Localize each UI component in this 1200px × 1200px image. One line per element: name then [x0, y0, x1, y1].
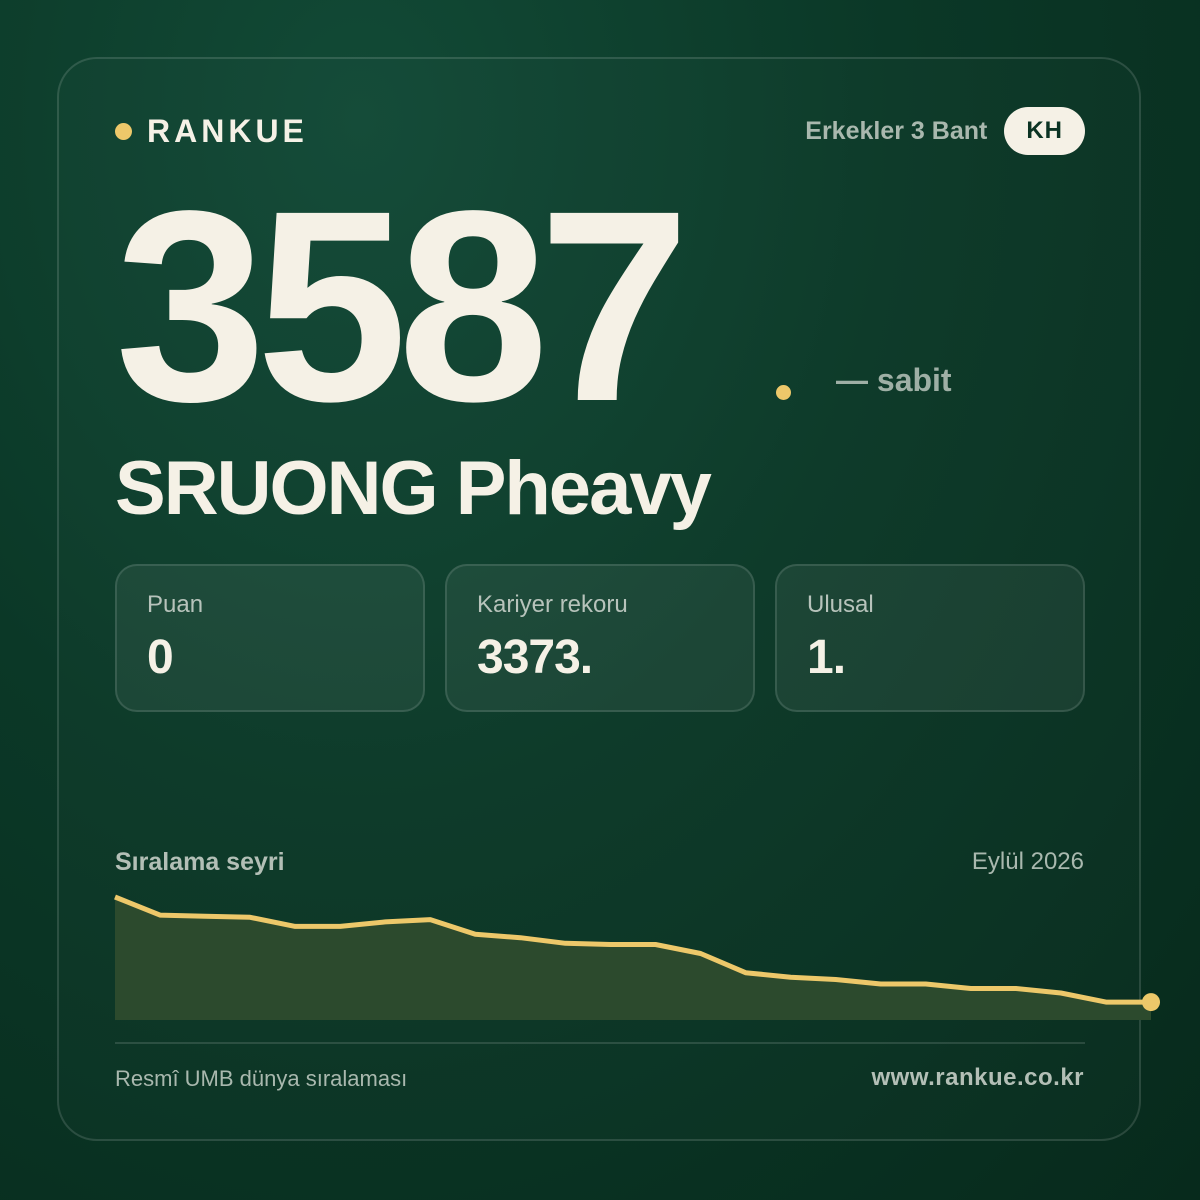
stat-label: Puan [147, 591, 204, 618]
brand: RANKUE [115, 112, 308, 150]
chart-area [115, 897, 1151, 1020]
player-name: SRUONG Pheavy [115, 446, 712, 531]
stat-value: 3373. [477, 631, 593, 684]
stat-value: 1. [807, 631, 846, 684]
stat-value: 0 [147, 631, 174, 684]
rank-dot-icon [776, 385, 791, 400]
footer-website: www.rankue.co.kr [871, 1064, 1084, 1091]
footer-divider [115, 1042, 1085, 1044]
stat-label: Kariyer rekoru [477, 591, 628, 618]
rank-history-chart [114, 894, 1160, 1020]
chart-title: Sıralama seyri [115, 848, 285, 876]
stat-card-points: Puan 0 [115, 564, 425, 712]
stat-card-career-record: Kariyer rekoru 3373. [445, 564, 755, 712]
header-meta: Erkekler 3 Bant KH [805, 107, 1085, 155]
footer-source: Resmî UMB dünya sıralaması [115, 1066, 408, 1091]
brand-dot-icon [115, 122, 132, 140]
chart-endpoint [1142, 993, 1160, 1012]
brand-name: RANKUE [147, 112, 308, 149]
rank-number: 3587 [115, 154, 690, 458]
stat-card-national: Ulusal 1. [775, 564, 1085, 712]
rank-trend: — sabit [836, 362, 952, 398]
category-label: Erkekler 3 Bant [805, 116, 988, 145]
stat-label: Ulusal [807, 591, 874, 618]
chart-date: Eylül 2026 [971, 848, 1084, 875]
country-badge: KH [1004, 107, 1085, 155]
